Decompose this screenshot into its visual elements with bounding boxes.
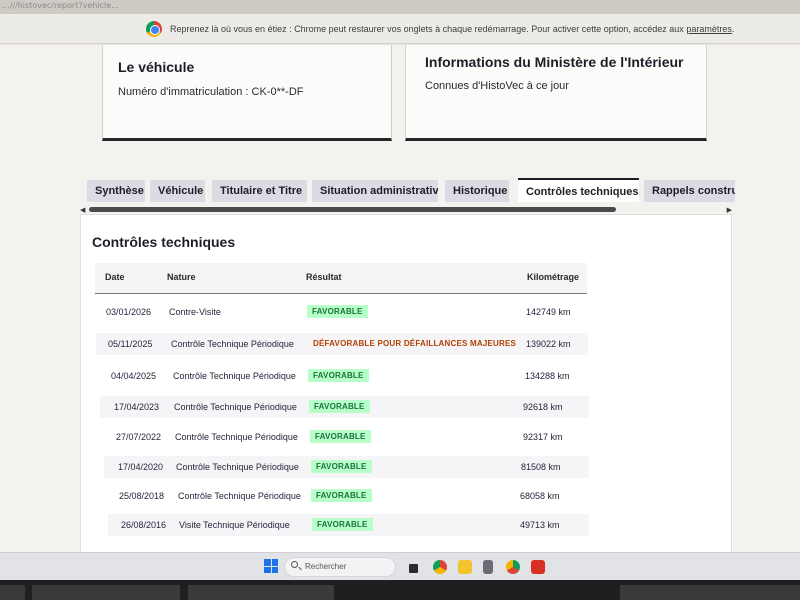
tab-label: Contrôles techniques xyxy=(526,186,639,198)
windows-start-icon[interactable] xyxy=(264,559,278,573)
row-nature: Contrôle Technique Périodique xyxy=(171,339,294,349)
page-content: Le véhicule Numéro d'immatriculation : C… xyxy=(0,45,800,554)
header-date: Date xyxy=(105,272,125,282)
status-badge: FAVORABLE xyxy=(311,460,372,473)
table-header: Date Nature Résultat Kilométrage xyxy=(95,263,587,294)
tabs-scrollbar[interactable]: ◀ ▶ xyxy=(80,206,732,214)
ministry-card: Informations du Ministère de l'Intérieur… xyxy=(405,45,707,141)
row-nature: Contrôle Technique Périodique xyxy=(174,402,297,412)
scrollbar-thumb[interactable] xyxy=(89,207,616,212)
row-km: 68058 km xyxy=(520,491,560,501)
scroll-right-icon[interactable]: ▶ xyxy=(727,206,732,214)
table-row: 17/04/2023 Contrôle Technique Périodique… xyxy=(100,396,589,418)
ministry-card-text: Connues d'HistoVec à ce jour xyxy=(425,80,569,92)
row-date: 17/04/2023 xyxy=(114,402,160,412)
row-date: 17/04/2020 xyxy=(118,462,164,472)
row-nature: Contrôle Technique Périodique xyxy=(175,432,298,442)
row-km: 92317 km xyxy=(523,432,563,442)
search-icon xyxy=(291,561,298,568)
header-nature: Nature xyxy=(167,272,196,282)
table-row: 25/08/2018 Contrôle Technique Périodique… xyxy=(106,485,589,507)
restore-tabs-infobar: Reprenez là où vous en étiez : Chrome pe… xyxy=(0,14,800,44)
header-result: Résultat xyxy=(306,272,342,282)
status-badge: FAVORABLE xyxy=(309,400,370,413)
row-date: 04/04/2025 xyxy=(111,371,157,381)
keyboard-key xyxy=(188,585,334,600)
restore-message-end: . xyxy=(731,23,735,34)
vehicle-card-title: Le véhicule xyxy=(118,59,195,75)
status-badge: FAVORABLE xyxy=(307,305,368,318)
tab-label: Situation administrative xyxy=(320,185,438,197)
restore-message-text: Reprenez là où vous en étiez : Chrome pe… xyxy=(170,23,684,34)
row-nature: Contrôle Technique Périodique xyxy=(173,371,296,381)
scroll-left-icon[interactable]: ◀ xyxy=(80,206,85,214)
table-row: 17/04/2020 Contrôle Technique Périodique… xyxy=(104,456,589,478)
row-nature: Contre-Visite xyxy=(169,307,221,317)
tab-situation-administrative[interactable]: Situation administrative xyxy=(312,180,438,202)
red-app-icon[interactable] xyxy=(531,560,545,574)
tab-label: Historique xyxy=(453,185,508,197)
row-nature: Contrôle Technique Périodique xyxy=(176,462,299,472)
status-badge: FAVORABLE xyxy=(312,518,373,531)
status-badge: FAVORABLE xyxy=(308,369,369,382)
tab-rappels-constructeur[interactable]: Rappels constructeur xyxy=(644,180,735,202)
tab-vehicule[interactable]: Véhicule xyxy=(150,180,205,202)
controles-panel: Contrôles techniques Date Nature Résulta… xyxy=(80,214,732,554)
row-km: 49713 km xyxy=(520,520,560,530)
chrome-icon[interactable] xyxy=(433,560,447,574)
task-view-icon[interactable] xyxy=(409,564,418,573)
row-date: 25/08/2018 xyxy=(119,491,165,501)
tab-controles-techniques[interactable]: Contrôles techniques xyxy=(518,178,639,202)
status-badge: FAVORABLE xyxy=(311,489,372,502)
chrome-icon xyxy=(146,20,162,37)
row-km: 81508 km xyxy=(521,462,561,472)
tab-titulaire[interactable]: Titulaire et Titre xyxy=(212,180,307,202)
store-icon[interactable] xyxy=(483,560,493,574)
table-row: 26/08/2016 Visite Technique Périodique F… xyxy=(108,514,589,536)
chrome-icon[interactable] xyxy=(506,560,520,574)
row-km: 139022 km xyxy=(526,339,571,349)
search-placeholder: Rechercher xyxy=(305,562,347,571)
row-nature: Visite Technique Périodique xyxy=(179,520,290,530)
restore-message: Reprenez là où vous en étiez : Chrome pe… xyxy=(170,24,734,34)
registration-number: Numéro d'immatriculation : CK-0**-DF xyxy=(118,86,304,98)
row-date: 27/07/2022 xyxy=(116,432,162,442)
status-badge: FAVORABLE xyxy=(310,430,371,443)
table-row: 05/11/2025 Contrôle Technique Périodique… xyxy=(96,333,588,355)
row-km: 134288 km xyxy=(525,371,570,381)
table-row: 04/04/2025 Contrôle Technique Périodique… xyxy=(98,365,588,387)
tab-label: Véhicule xyxy=(158,185,204,197)
status-badge: DÉFAVORABLE POUR DÉFAILLANCES MAJEURES xyxy=(313,339,517,348)
address-bar-fragment[interactable]: ...///histovec/report?vehicle... xyxy=(2,1,119,10)
file-explorer-icon[interactable] xyxy=(458,560,472,574)
tab-historique[interactable]: Historique xyxy=(445,180,509,202)
keyboard-key xyxy=(0,585,25,600)
report-tabs: Synthèse Véhicule Titulaire et Titre Sit… xyxy=(87,178,735,202)
browser-top-strip: ...///histovec/report?vehicle... xyxy=(0,0,800,14)
table-row: 03/01/2026 Contre-Visite FAVORABLE 14274… xyxy=(95,301,587,323)
row-date: 05/11/2025 xyxy=(108,339,153,349)
tab-synthese[interactable]: Synthèse xyxy=(87,180,145,202)
settings-link[interactable]: paramètres xyxy=(686,24,732,34)
row-date: 26/08/2016 xyxy=(121,520,167,530)
tab-label: Synthèse xyxy=(95,185,144,197)
keyboard-key xyxy=(620,585,800,600)
section-title: Contrôles techniques xyxy=(92,234,236,250)
row-km: 142749 km xyxy=(526,307,571,317)
table-row: 27/07/2022 Contrôle Technique Périodique… xyxy=(102,426,589,448)
keyboard-key xyxy=(32,585,180,600)
taskbar-search[interactable]: Rechercher xyxy=(284,557,396,577)
row-km: 92618 km xyxy=(523,402,563,412)
vehicle-card: Le véhicule Numéro d'immatriculation : C… xyxy=(102,45,392,141)
header-km: Kilométrage xyxy=(527,272,580,282)
row-date: 03/01/2026 xyxy=(106,307,152,317)
row-nature: Contrôle Technique Périodique xyxy=(178,491,301,501)
ministry-card-title: Informations du Ministère de l'Intérieur xyxy=(425,54,684,70)
tab-label: Rappels constructeur xyxy=(652,185,735,197)
tab-label: Titulaire et Titre xyxy=(220,185,303,197)
windows-taskbar: Rechercher xyxy=(0,552,800,580)
